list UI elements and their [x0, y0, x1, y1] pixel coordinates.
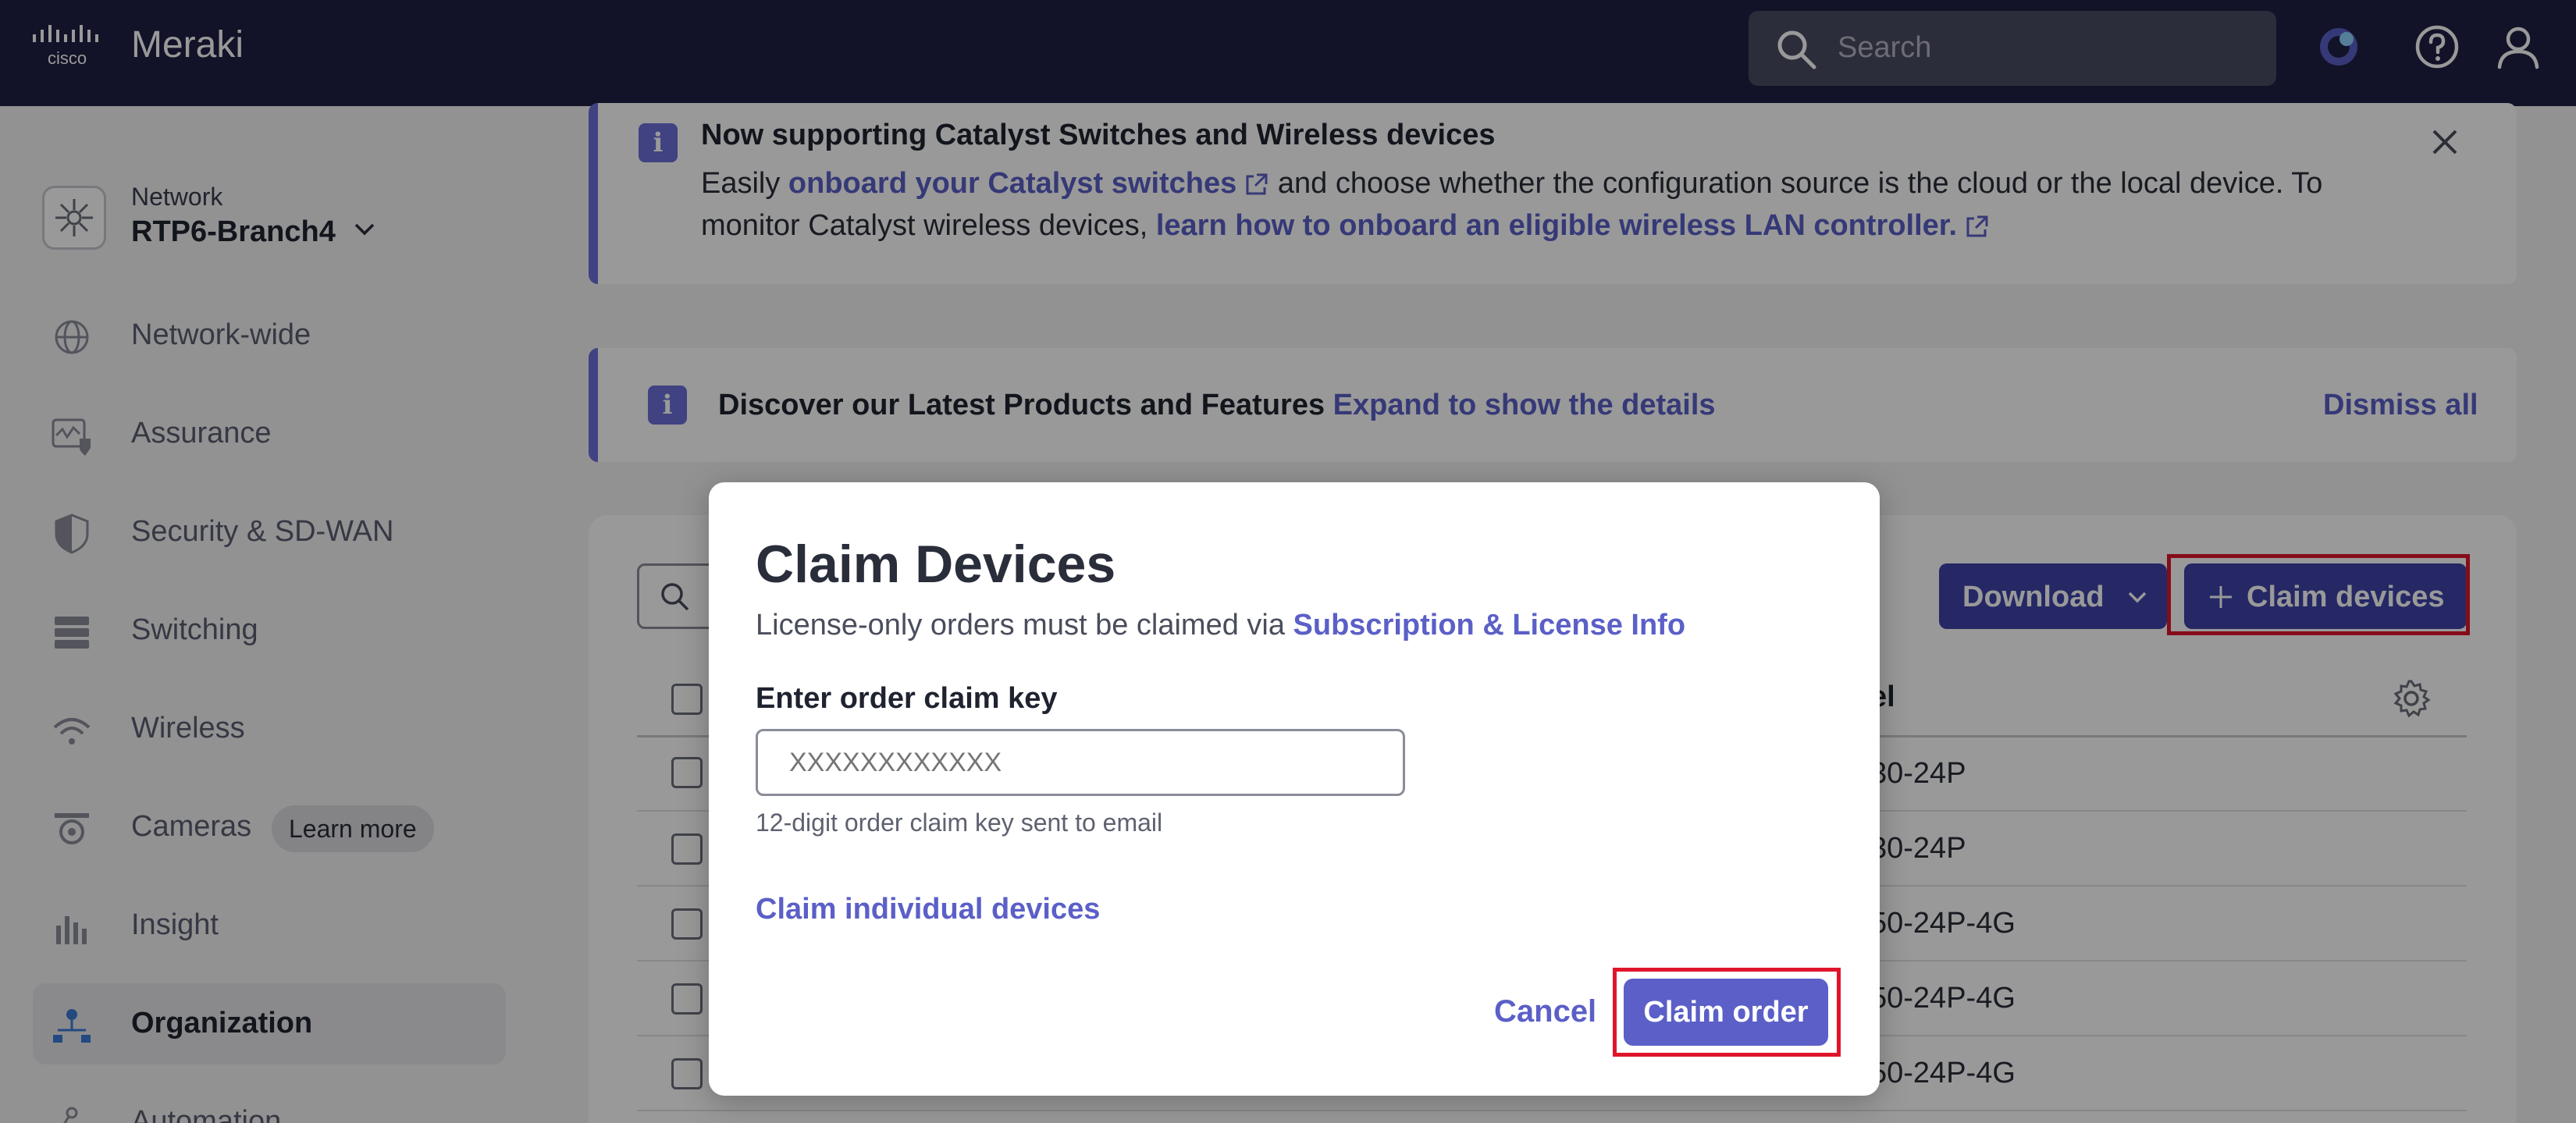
cancel-button[interactable]: Cancel — [1494, 994, 1596, 1029]
claim-key-label: Enter order claim key — [756, 682, 1058, 715]
claim-devices-dialog: Claim Devices License-only orders must b… — [709, 482, 1880, 1096]
highlight-box — [1613, 968, 1841, 1057]
claim-key-input[interactable] — [756, 729, 1405, 796]
claim-individual-link[interactable]: Claim individual devices — [756, 893, 1100, 926]
claim-key-help: 12-digit order claim key sent to email — [756, 808, 1163, 837]
subscription-license-link[interactable]: Subscription & License Info — [1293, 609, 1686, 641]
subtitle-text: License-only orders must be claimed via — [756, 609, 1293, 641]
dialog-subtitle: License-only orders must be claimed via … — [756, 609, 1685, 642]
dialog-title: Claim Devices — [756, 535, 1116, 594]
